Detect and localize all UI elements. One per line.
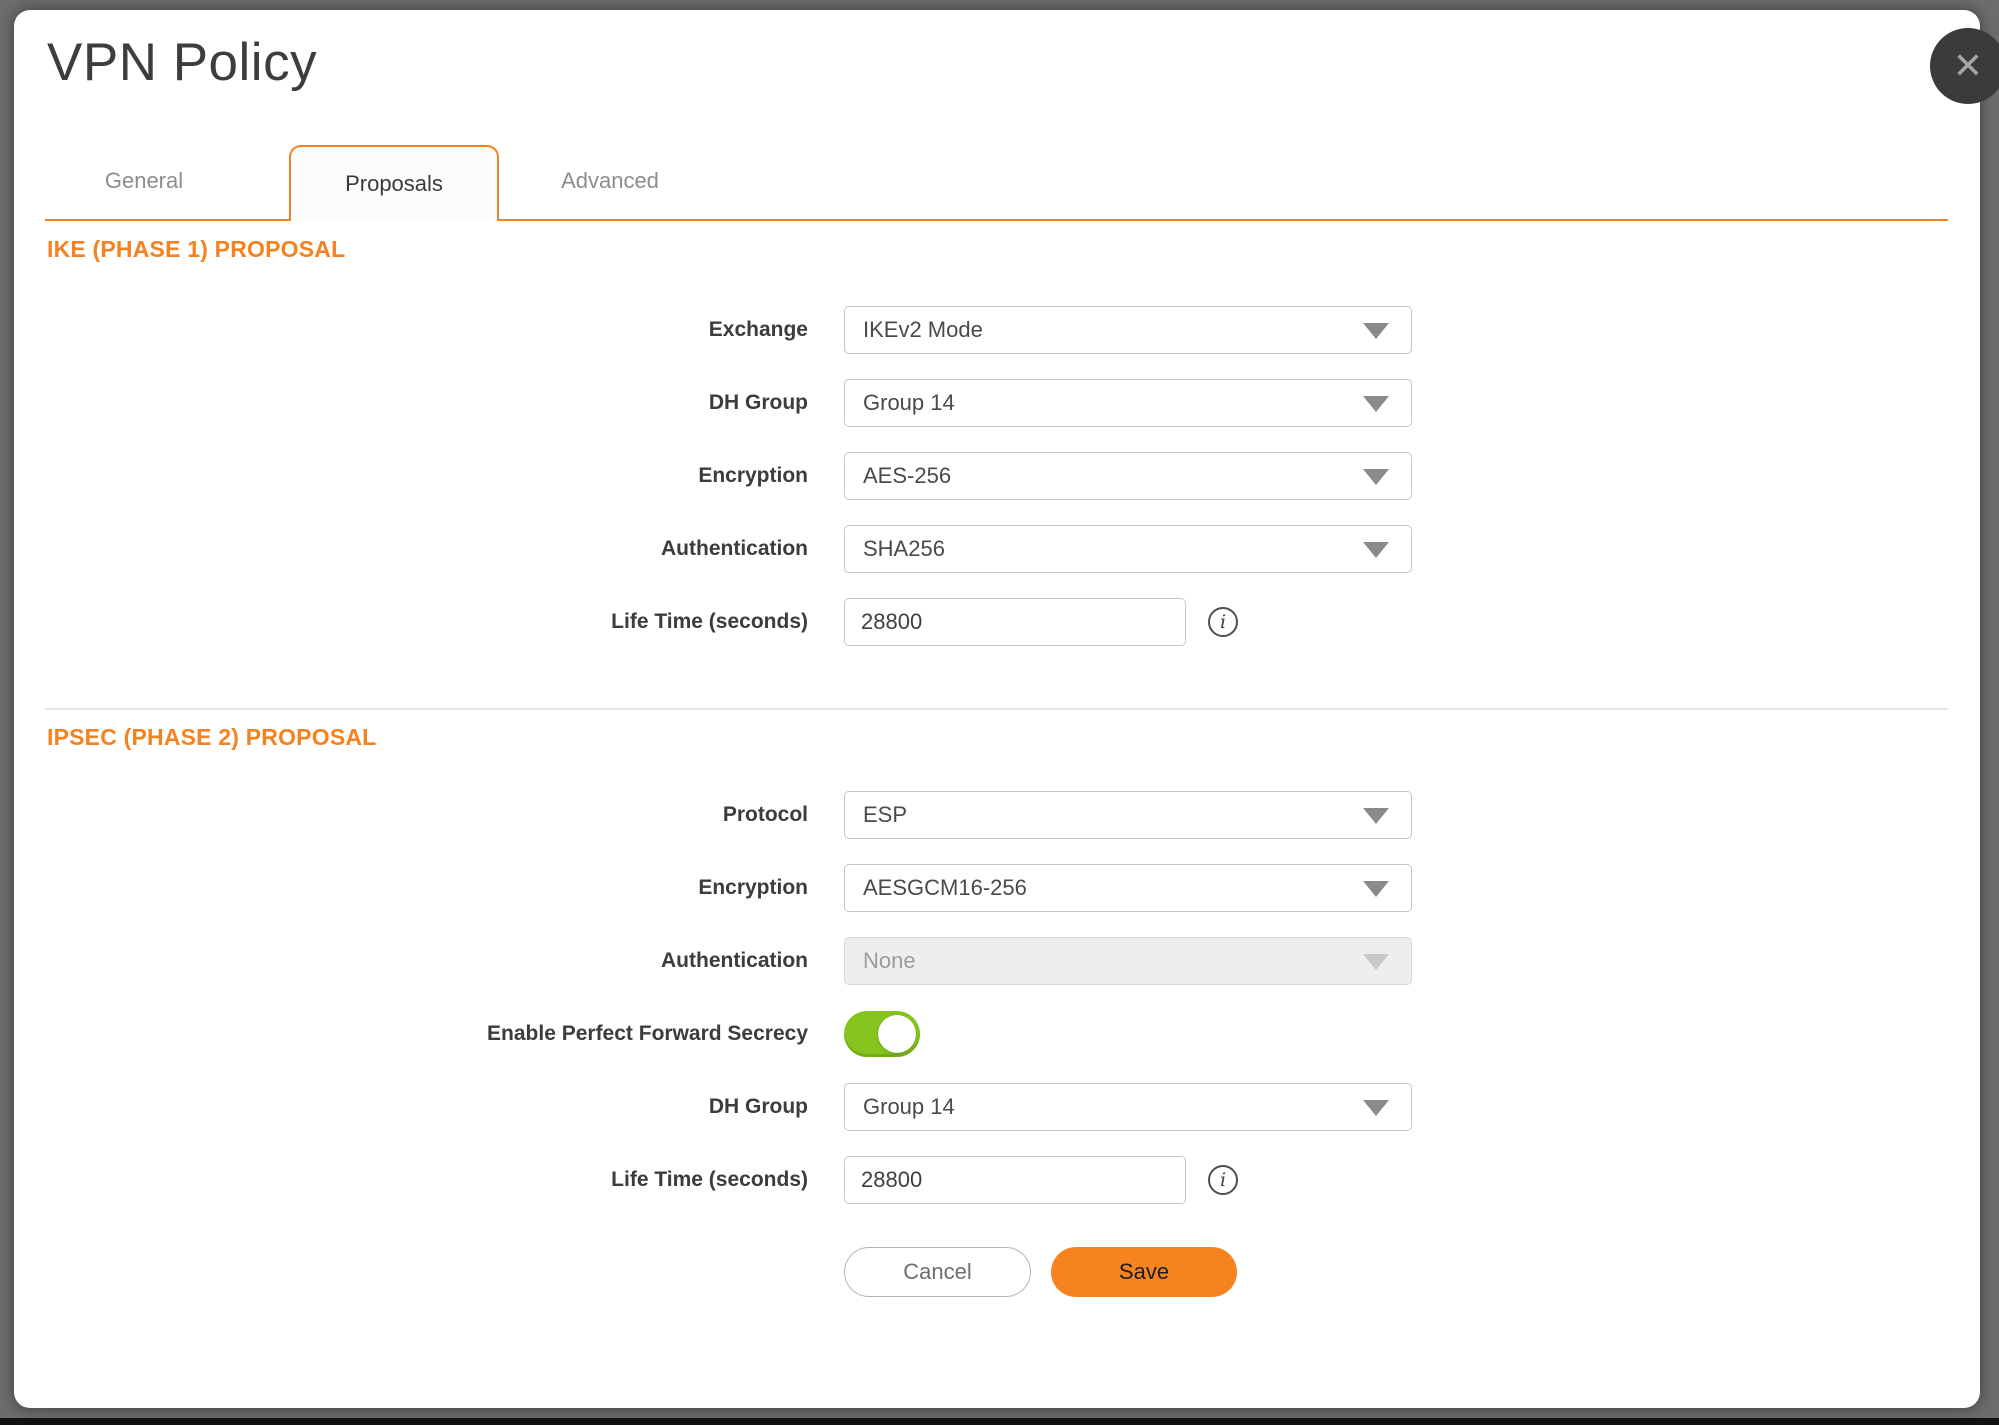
section-heading-ipsec-phase2: IPSEC (PHASE 2) PROPOSAL [47,724,376,751]
tab-general-label: General [105,168,183,194]
chevron-down-icon [1363,396,1389,412]
ipsec-phase2-form: Protocol ESP Encryption AESGCM16-256 Aut… [45,791,1412,1229]
form-row-pfs: Enable Perfect Forward Secrecy [45,1010,1412,1058]
dh-group-select[interactable]: Group 14 [844,379,1412,427]
ipsec-authentication-select-value: None [863,948,916,974]
ipsec-authentication-select-disabled: None [844,937,1412,985]
protocol-label: Protocol [45,803,808,827]
ipsec-dh-group-label: DH Group [45,1095,808,1119]
form-row-dh-group: DH Group Group 14 [45,379,1412,427]
exchange-label: Exchange [45,318,808,342]
encryption-label: Encryption [45,464,808,488]
pfs-label: Enable Perfect Forward Secrecy [45,1022,808,1046]
dh-group-label: DH Group [45,391,808,415]
authentication-select[interactable]: SHA256 [844,525,1412,573]
tab-proposals[interactable]: Proposals [289,145,499,221]
chevron-down-icon [1363,469,1389,485]
chevron-down-icon [1363,808,1389,824]
chevron-down-icon [1363,1100,1389,1116]
pfs-toggle-on[interactable] [844,1011,920,1057]
ipsec-encryption-select[interactable]: AESGCM16-256 [844,864,1412,912]
exchange-select[interactable]: IKEv2 Mode [844,306,1412,354]
form-row-protocol: Protocol ESP [45,791,1412,839]
save-button[interactable]: Save [1051,1247,1237,1297]
chevron-down-icon [1363,323,1389,339]
form-row-encryption: Encryption AES-256 [45,452,1412,500]
protocol-select[interactable]: ESP [844,791,1412,839]
ipsec-life-time-label: Life Time (seconds) [45,1168,808,1192]
tab-proposals-label: Proposals [345,171,443,197]
vpn-policy-dialog: VPN Policy General Proposals Advanced IK… [14,10,1980,1408]
tab-bar: General Proposals Advanced [45,145,1948,221]
screen-bottom-edge [0,1418,1999,1425]
chevron-down-icon [1363,881,1389,897]
ipsec-dh-group-select-value: Group 14 [863,1094,955,1120]
exchange-select-value: IKEv2 Mode [863,317,983,343]
info-icon[interactable]: i [1208,1165,1238,1195]
form-row-exchange: Exchange IKEv2 Mode [45,306,1412,354]
life-time-input[interactable] [844,598,1186,646]
form-row-ipsec-dh-group: DH Group Group 14 [45,1083,1412,1131]
encryption-select[interactable]: AES-256 [844,452,1412,500]
ipsec-life-time-input[interactable] [844,1156,1186,1204]
dialog-footer: Cancel Save [844,1247,1237,1297]
cancel-button[interactable]: Cancel [844,1247,1031,1297]
tab-general[interactable]: General [59,145,229,217]
form-row-ipsec-encryption: Encryption AESGCM16-256 [45,864,1412,912]
form-row-ipsec-authentication: Authentication None [45,937,1412,985]
form-row-ipsec-life-time: Life Time (seconds) i [45,1156,1412,1204]
tab-advanced[interactable]: Advanced [510,145,710,217]
life-time-label: Life Time (seconds) [45,610,808,634]
ipsec-encryption-label: Encryption [45,876,808,900]
info-icon[interactable]: i [1208,607,1238,637]
page-title: VPN Policy [47,32,317,93]
chevron-down-icon [1363,542,1389,558]
ipsec-authentication-label: Authentication [45,949,808,973]
authentication-label: Authentication [45,537,808,561]
tab-advanced-label: Advanced [561,168,659,194]
encryption-select-value: AES-256 [863,463,951,489]
section-heading-ike-phase1: IKE (PHASE 1) PROPOSAL [47,236,345,263]
form-row-authentication: Authentication SHA256 [45,525,1412,573]
info-icon-glyph: i [1220,1169,1226,1191]
dh-group-select-value: Group 14 [863,390,955,416]
close-icon[interactable]: ✕ [1930,28,1999,104]
form-row-life-time: Life Time (seconds) i [45,598,1412,646]
info-icon-glyph: i [1220,611,1226,633]
section-divider [45,708,1948,710]
ike-phase1-form: Exchange IKEv2 Mode DH Group Group 14 En… [45,306,1412,671]
chevron-down-icon [1363,954,1389,970]
protocol-select-value: ESP [863,802,907,828]
ipsec-encryption-select-value: AESGCM16-256 [863,875,1027,901]
ipsec-dh-group-select[interactable]: Group 14 [844,1083,1412,1131]
authentication-select-value: SHA256 [863,536,945,562]
toggle-knob [878,1015,916,1053]
